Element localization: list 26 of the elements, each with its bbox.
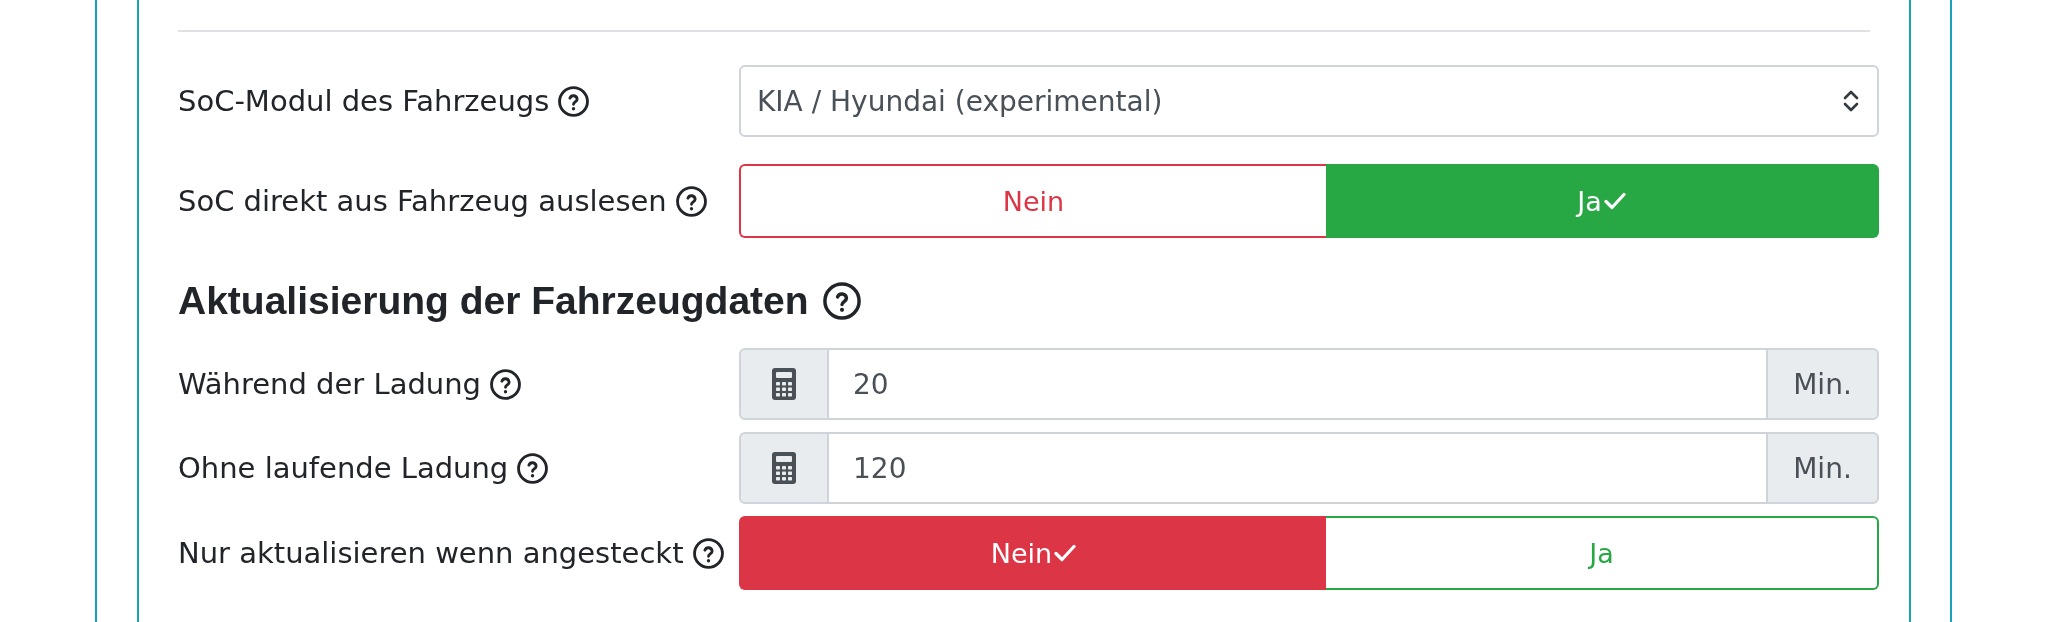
- help-icon[interactable]: [692, 537, 724, 569]
- help-icon[interactable]: [675, 185, 707, 217]
- help-icon[interactable]: [517, 452, 549, 484]
- toggle-option-button[interactable]: Ja: [1326, 516, 1879, 590]
- toggle-option-button[interactable]: Nein: [739, 164, 1326, 238]
- number-input[interactable]: 120: [829, 432, 1766, 504]
- unit-addon: Min.: [1766, 432, 1879, 504]
- check-icon: [1054, 544, 1077, 562]
- unit-addon: Min.: [1766, 348, 1879, 420]
- toggle-option-button[interactable]: Ja: [1326, 164, 1879, 238]
- help-icon[interactable]: [490, 368, 521, 400]
- field-label: SoC direkt aus Fahrzeug auslesen: [178, 184, 667, 218]
- help-icon[interactable]: [558, 85, 590, 117]
- calculator-icon: [772, 452, 796, 484]
- select-field[interactable]: KIA / Hyundai (experimental): [739, 65, 1879, 137]
- field-label: Ohne laufende Ladung: [178, 451, 509, 485]
- help-icon[interactable]: [822, 282, 861, 320]
- field-label: Nur aktualisieren wenn angesteckt: [178, 536, 684, 570]
- toggle-option-button[interactable]: Nein: [739, 516, 1326, 590]
- number-input[interactable]: 20: [829, 348, 1766, 420]
- field-label: Während der Ladung: [178, 367, 481, 401]
- field-label: SoC-Modul des Fahrzeugs: [178, 84, 550, 118]
- calculator-icon: [772, 368, 796, 400]
- section-heading: Aktualisierung der Fahrzeugdaten: [178, 280, 809, 322]
- chevron-up-down-icon: [1843, 89, 1859, 113]
- check-icon: [1603, 192, 1626, 210]
